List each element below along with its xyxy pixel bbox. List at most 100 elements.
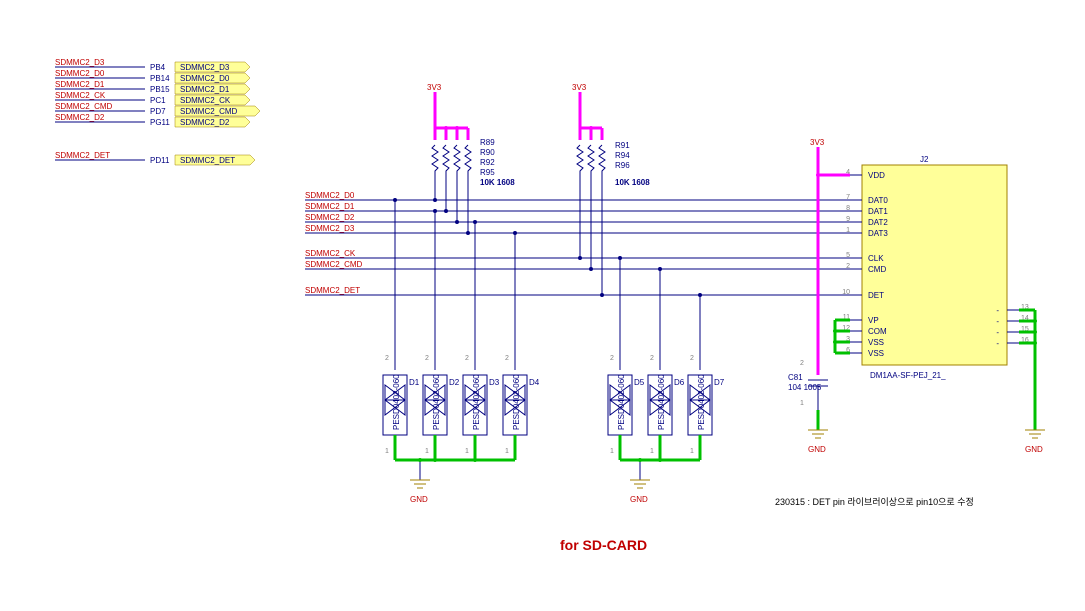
- svg-text:2: 2: [846, 263, 850, 270]
- svg-text:SDMMC2_D3: SDMMC2_D3: [55, 58, 105, 67]
- svg-text:DET: DET: [868, 291, 884, 300]
- svg-text:1: 1: [425, 448, 429, 455]
- svg-text:104 1005: 104 1005: [788, 383, 822, 392]
- svg-text:R90: R90: [480, 148, 495, 157]
- tvs-diode: 2 D6 PESD0402-060 1: [648, 355, 685, 455]
- svg-text:R96: R96: [615, 161, 630, 170]
- svg-text:-: -: [996, 317, 999, 326]
- svg-text:5: 5: [846, 252, 850, 259]
- svg-text:D6: D6: [674, 378, 685, 387]
- svg-text:SDMMC2_D0: SDMMC2_D0: [305, 191, 355, 200]
- svg-text:SDMMC2_CMD: SDMMC2_CMD: [180, 107, 238, 116]
- svg-text:3V3: 3V3: [810, 138, 825, 147]
- svg-text:3V3: 3V3: [572, 83, 587, 92]
- svg-text:PESD0402-060: PESD0402-060: [697, 374, 706, 430]
- svg-text:10K 1608: 10K 1608: [480, 178, 515, 187]
- svg-text:1: 1: [465, 448, 469, 455]
- svg-text:R91: R91: [615, 141, 630, 150]
- svg-text:1: 1: [385, 448, 389, 455]
- svg-text:VP: VP: [868, 316, 879, 325]
- svg-text:2: 2: [690, 355, 694, 362]
- svg-text:SDMMC2_CK: SDMMC2_CK: [55, 91, 106, 100]
- svg-text:PD7: PD7: [150, 107, 166, 116]
- svg-text:1: 1: [846, 227, 850, 234]
- svg-text:PESD0402-060: PESD0402-060: [392, 374, 401, 430]
- tvs-group-2: 2 D5 PESD0402-060 1 2 D6 PESD0402-060 1 …: [608, 355, 725, 455]
- svg-text:R92: R92: [480, 158, 495, 167]
- svg-text:D5: D5: [634, 378, 645, 387]
- revision-note: 230315 : DET pin 라이브러이상으로 pin10으로 수정: [775, 497, 974, 507]
- svg-text:R95: R95: [480, 168, 495, 177]
- svg-text:DAT2: DAT2: [868, 218, 888, 227]
- svg-text:VDD: VDD: [868, 171, 885, 180]
- svg-text:2: 2: [800, 360, 804, 367]
- svg-text:GND: GND: [410, 495, 428, 504]
- svg-text:-: -: [996, 328, 999, 337]
- svg-text:SDMMC2_D2: SDMMC2_D2: [55, 113, 105, 122]
- svg-text:C81: C81: [788, 373, 803, 382]
- svg-text:SDMMC2_DET: SDMMC2_DET: [305, 286, 360, 295]
- tvs-diode: 2 D2 PESD0402-060 1: [423, 355, 460, 455]
- svg-text:3V3: 3V3: [427, 83, 442, 92]
- svg-text:2: 2: [385, 355, 389, 362]
- svg-text:GND: GND: [808, 445, 826, 454]
- svg-text:8: 8: [846, 205, 850, 212]
- svg-text:SDMMC2_D2: SDMMC2_D2: [180, 118, 230, 127]
- gnd-group-1: GND: [395, 435, 515, 504]
- svg-text:7: 7: [846, 194, 850, 201]
- svg-text:GND: GND: [1025, 445, 1043, 454]
- gnd-cap: GND: [808, 410, 828, 454]
- port-group-left: SDMMC2_D3 PB4 SDMMC2_D3 SDMMC2_D0 PB14 S…: [55, 58, 260, 127]
- svg-text:J2: J2: [920, 155, 929, 164]
- svg-text:PESD0402-060: PESD0402-060: [472, 374, 481, 430]
- svg-text:D7: D7: [714, 378, 725, 387]
- svg-text:D4: D4: [529, 378, 540, 387]
- svg-text:DAT3: DAT3: [868, 229, 888, 238]
- svg-text:SDMMC2_D3: SDMMC2_D3: [305, 224, 355, 233]
- svg-text:2: 2: [610, 355, 614, 362]
- svg-text:D3: D3: [489, 378, 500, 387]
- resistor-group-1: R89 R90 R92 R95 10K 1608: [432, 138, 515, 187]
- svg-text:GND: GND: [630, 495, 648, 504]
- svg-text:PC1: PC1: [150, 96, 166, 105]
- power-3v3-1: 3V3: [427, 83, 468, 140]
- svg-text:PESD0402-060: PESD0402-060: [657, 374, 666, 430]
- svg-text:4: 4: [846, 169, 850, 176]
- svg-text:PB4: PB4: [150, 63, 166, 72]
- tvs-diode: 2 D1 PESD0402-060 1: [383, 355, 420, 455]
- svg-text:PESD0402-060: PESD0402-060: [512, 374, 521, 430]
- port-row-det: SDMMC2_DET PD11 SDMMC2_DET: [55, 151, 255, 165]
- svg-text:SDMMC2_D2: SDMMC2_D2: [305, 213, 355, 222]
- svg-text:VSS: VSS: [868, 338, 884, 347]
- svg-text:SDMMC2_D0: SDMMC2_D0: [180, 74, 230, 83]
- svg-text:2: 2: [425, 355, 429, 362]
- svg-text:10K 1608: 10K 1608: [615, 178, 650, 187]
- svg-text:SDMMC2_CMD: SDMMC2_CMD: [305, 260, 363, 269]
- svg-text:R89: R89: [480, 138, 495, 147]
- svg-text:SDMMC2_D1: SDMMC2_D1: [305, 202, 355, 211]
- svg-text:D2: D2: [449, 378, 460, 387]
- svg-text:-: -: [996, 339, 999, 348]
- svg-text:SDMMC2_D1: SDMMC2_D1: [180, 85, 230, 94]
- svg-text:SDMMC2_CK: SDMMC2_CK: [180, 96, 231, 105]
- svg-text:DM1AA-SF-PEJ_21_: DM1AA-SF-PEJ_21_: [870, 371, 946, 380]
- connector-j2: J2 DM1AA-SF-PEJ_21_ 4 VDD 7 DAT0 8 DAT1 …: [842, 155, 1029, 380]
- svg-text:PB14: PB14: [150, 74, 170, 83]
- svg-text:SDMMC2_D0: SDMMC2_D0: [55, 69, 105, 78]
- svg-text:SDMMC2_DET: SDMMC2_DET: [55, 151, 110, 160]
- resistor-group-2: R91 R94 R96 10K 1608: [577, 141, 650, 187]
- signal-wires: SDMMC2_D0 SDMMC2_D1 SDMMC2_D2 SDMMC2_D3 …: [305, 191, 850, 295]
- svg-text:R94: R94: [615, 151, 630, 160]
- svg-text:PB15: PB15: [150, 85, 170, 94]
- svg-text:CLK: CLK: [868, 254, 884, 263]
- svg-text:1: 1: [650, 448, 654, 455]
- tvs-diode: 2 D3 PESD0402-060 1: [463, 355, 500, 455]
- svg-text:PG11: PG11: [150, 118, 170, 127]
- svg-text:2: 2: [650, 355, 654, 362]
- power-3v3-2: 3V3: [572, 83, 602, 140]
- gnd-conn-right: GND: [1019, 310, 1045, 454]
- tvs-diode: 2 D5 PESD0402-060 1: [608, 355, 645, 455]
- gnd-group-2: GND: [620, 435, 700, 504]
- svg-text:-: -: [996, 306, 999, 315]
- svg-text:2: 2: [465, 355, 469, 362]
